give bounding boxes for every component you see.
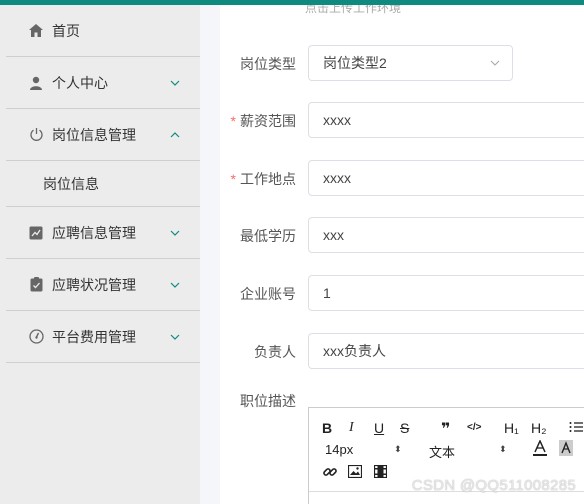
job-form: 点击上传工作环境 岗位类型 岗位类型2 * 薪资范围 xxxx * 工作地点 xxx… [220, 5, 584, 504]
sidebar-subitem-label: 岗位信息 [43, 175, 99, 192]
power-icon [28, 127, 44, 143]
sidebar-item-platform-fee-management[interactable]: 平台费用管理 [6, 311, 200, 363]
italic-button[interactable]: I [349, 420, 354, 436]
select-value: 岗位类型2 [323, 55, 387, 71]
code-button[interactable]: </> [467, 422, 481, 433]
chevron-up-icon [170, 131, 180, 137]
work-location-input[interactable]: xxxx [308, 160, 584, 196]
h1-button[interactable]: H₁ [504, 420, 519, 436]
sidebar-item-personal-center[interactable]: 个人中心 [6, 57, 200, 109]
sidebar-item-label: 个人中心 [52, 74, 108, 91]
sidebar-item-application-info-management[interactable]: 应聘信息管理 [6, 207, 200, 259]
sidebar-item-application-status-management[interactable]: 应聘状况管理 [6, 259, 200, 311]
watermark: CSDN @QQ511008285 [411, 477, 576, 494]
sidebar: 首页 个人中心 岗位信息管理 岗位信息 应聘信息管理 应聘状况管理 平台费用管理 [0, 5, 200, 504]
clipboard-icon [28, 277, 44, 293]
chevron-down-icon [170, 230, 180, 236]
form-row-salary-range: * 薪资范围 xxxx [220, 102, 584, 140]
sidebar-item-label: 平台费用管理 [52, 328, 136, 345]
field-label: 企业账号 [240, 286, 296, 302]
min-education-input[interactable]: xxx [308, 217, 584, 253]
chart-icon [28, 225, 44, 241]
sidebar-item-label: 岗位信息管理 [52, 126, 136, 143]
font-color-icon[interactable] [533, 439, 547, 459]
company-account-input[interactable]: 1 [308, 275, 584, 311]
sidebar-item-label: 首页 [52, 22, 80, 39]
required-mark: * [230, 171, 236, 187]
chevron-down-icon [490, 60, 500, 66]
field-label: * 薪资范围 [230, 113, 296, 129]
quote-button[interactable]: ❞ [441, 419, 450, 439]
sidebar-subitem-job-info[interactable]: 岗位信息 [6, 161, 200, 207]
font-style-arrows-icon: ⬍ [499, 444, 507, 454]
gauge-icon [28, 329, 44, 345]
image-icon[interactable] [347, 464, 363, 481]
chevron-down-icon [170, 80, 180, 86]
font-style-select[interactable]: 文本 [429, 442, 455, 461]
form-row-person-in-charge: 负责人 xxx负责人 [220, 333, 584, 371]
home-icon [28, 23, 44, 39]
h2-button[interactable]: H₂ [531, 420, 547, 436]
sidebar-item-label: 应聘状况管理 [52, 276, 136, 293]
video-icon[interactable] [373, 464, 388, 481]
list-ordered-icon[interactable] [569, 420, 583, 437]
link-icon[interactable] [323, 465, 337, 482]
field-label: 职位描述 [240, 393, 296, 409]
content-gutter [200, 5, 220, 504]
required-mark: * [230, 113, 236, 129]
person-in-charge-input[interactable]: xxx负责人 [308, 333, 584, 369]
strike-button[interactable]: S [400, 420, 409, 436]
form-row-work-location: * 工作地点 xxxx [220, 160, 584, 198]
salary-range-input[interactable]: xxxx [308, 102, 584, 138]
chevron-down-icon [170, 282, 180, 288]
form-row-min-education: 最低学历 xxx [220, 217, 584, 255]
form-row-company-account: 企业账号 1 [220, 275, 584, 313]
font-size-select[interactable]: 14px [325, 442, 353, 457]
upload-hint: 点击上传工作环境 [305, 5, 402, 15]
job-type-select[interactable]: 岗位类型2 [308, 45, 513, 81]
form-row-job-type: 岗位类型 岗位类型2 [220, 45, 584, 83]
background-color-icon[interactable] [559, 440, 573, 459]
sidebar-item-job-info-management[interactable]: 岗位信息管理 [6, 109, 200, 161]
bold-button[interactable]: B [322, 420, 332, 436]
sidebar-item-label: 应聘信息管理 [52, 224, 136, 241]
field-label: 负责人 [254, 344, 296, 360]
field-label: * 工作地点 [230, 171, 296, 187]
user-icon [28, 75, 44, 91]
field-label: 最低学历 [240, 228, 296, 244]
font-size-arrows-icon: ⬍ [394, 444, 402, 454]
underline-button[interactable]: U [374, 420, 384, 436]
chevron-down-icon [170, 334, 180, 340]
sidebar-item-home[interactable]: 首页 [6, 5, 200, 57]
field-label: 岗位类型 [240, 56, 296, 72]
